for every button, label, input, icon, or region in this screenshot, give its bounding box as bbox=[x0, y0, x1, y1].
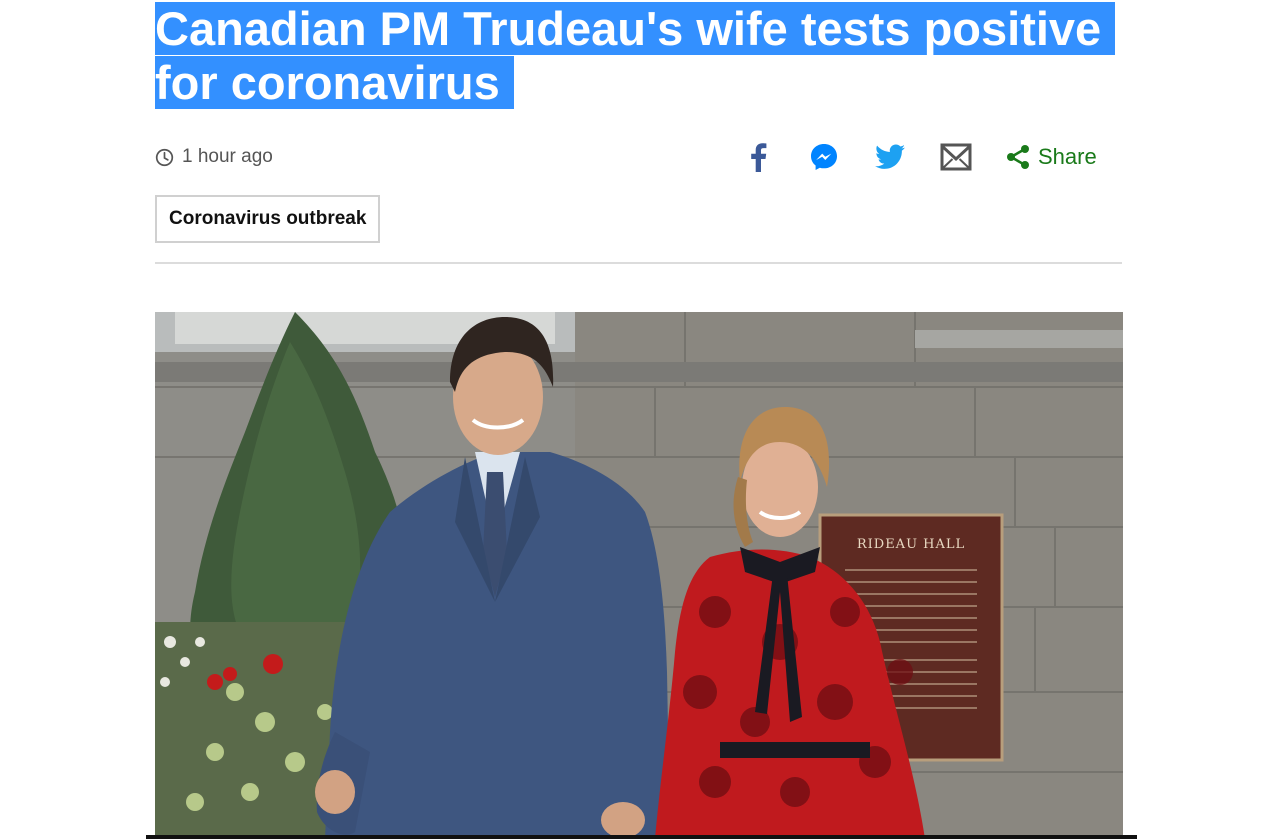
facebook-icon bbox=[751, 143, 767, 172]
twitter-share-button[interactable] bbox=[872, 139, 908, 175]
share-label: Share bbox=[1038, 144, 1097, 169]
share-icon bbox=[1007, 145, 1029, 169]
photo-illustration: RIDEAU HALL bbox=[155, 312, 1123, 839]
page-bottom-edge bbox=[146, 835, 1137, 839]
email-icon bbox=[940, 143, 972, 171]
topic-tag[interactable]: Coronavirus outbreak bbox=[155, 195, 381, 243]
twitter-icon bbox=[875, 144, 905, 169]
article-meta: 1 hour ago bbox=[155, 143, 273, 171]
divider bbox=[155, 262, 1122, 264]
plaque-text: RIDEAU HALL bbox=[857, 537, 965, 552]
messenger-share-button[interactable] bbox=[806, 139, 842, 175]
facebook-share-button[interactable] bbox=[740, 139, 776, 175]
share-button[interactable]: Share bbox=[1006, 144, 1097, 170]
messenger-icon bbox=[811, 144, 837, 170]
share-bar: Share bbox=[740, 139, 1097, 175]
email-share-button[interactable] bbox=[938, 139, 974, 175]
article-timestamp: 1 hour ago bbox=[182, 146, 273, 167]
article-photo: RIDEAU HALL bbox=[155, 312, 1123, 839]
clock-icon bbox=[155, 148, 174, 166]
headline-selected-text: Canadian PM Trudeau's wife tests positiv… bbox=[155, 2, 1116, 109]
article-headline: Canadian PM Trudeau's wife tests positiv… bbox=[155, 2, 1155, 110]
